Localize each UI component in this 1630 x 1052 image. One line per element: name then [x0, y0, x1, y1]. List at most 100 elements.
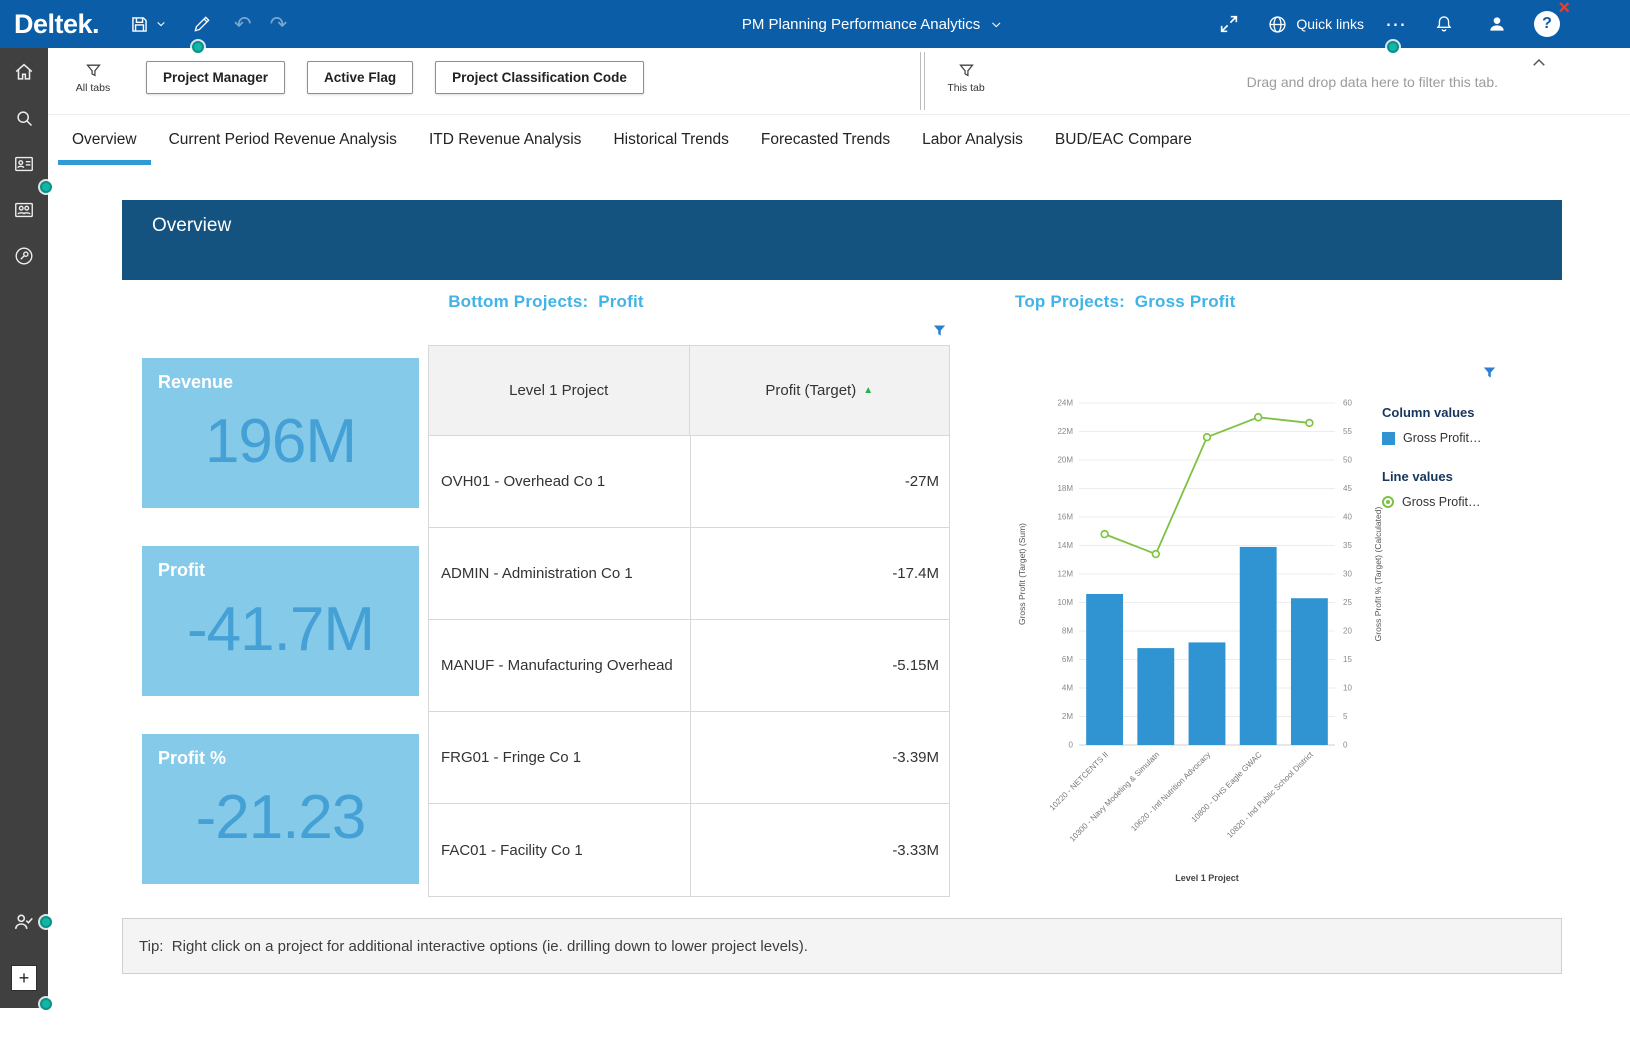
- table-row[interactable]: FAC01 - Facility Co 1 -3.33M: [429, 804, 949, 896]
- tab-labor-analysis[interactable]: Labor Analysis: [908, 115, 1037, 165]
- save-button[interactable]: [123, 10, 156, 39]
- funnel-icon: [958, 62, 975, 79]
- tab-bar: Overview Current Period Revenue Analysis…: [48, 115, 1630, 165]
- help-button[interactable]: ?: [1534, 11, 1560, 37]
- more-options-icon[interactable]: ⋯: [1385, 14, 1407, 35]
- save-dropdown-button[interactable]: [156, 15, 172, 33]
- combo-chart-svg[interactable]: 02M4M6M8M10M12M14M16M18M20M22M24M0510152…: [1015, 387, 1387, 895]
- chevron-up-icon: [1530, 54, 1548, 72]
- main-content: Overview Bottom Projects: Profit Top Pro…: [48, 165, 1630, 1052]
- filter-drop-zone[interactable]: Drag and drop data here to filter this t…: [1247, 48, 1498, 115]
- edit-pencil-button[interactable]: [186, 10, 218, 38]
- svg-text:50: 50: [1343, 456, 1352, 465]
- tab-itd-revenue-analysis[interactable]: ITD Revenue Analysis: [415, 115, 596, 165]
- tab-overview[interactable]: Overview: [58, 115, 151, 165]
- search-icon: [14, 108, 35, 129]
- project-cell: MANUF - Manufacturing Overhead: [429, 620, 691, 711]
- sidebar-contacts-button[interactable]: [0, 190, 48, 230]
- this-tab-label: This tab: [947, 82, 984, 94]
- bar-swatch-icon: [1382, 432, 1395, 445]
- table-filter-icon[interactable]: [932, 323, 947, 338]
- kpi-value: -21.23: [158, 759, 403, 876]
- sort-asc-icon[interactable]: ▲: [863, 386, 873, 396]
- wrench-circle-icon: [13, 245, 35, 267]
- bell-icon: [1434, 14, 1454, 34]
- column-header-level1-project[interactable]: Level 1 Project: [429, 346, 690, 435]
- profit-cell: -3.33M: [691, 804, 950, 896]
- overview-banner: Overview: [122, 200, 1562, 280]
- filter-pill-project-classification-code[interactable]: Project Classification Code: [435, 61, 644, 94]
- close-icon[interactable]: ×: [1558, 0, 1570, 18]
- profit-cell: -3.39M: [691, 712, 950, 803]
- this-tab-filter[interactable]: This tab: [936, 62, 996, 94]
- svg-text:10820 - Ind Public School Dist: 10820 - Ind Public School District: [1225, 750, 1315, 840]
- left-sidebar: +: [0, 48, 48, 1008]
- project-cell: ADMIN - Administration Co 1: [429, 528, 691, 619]
- all-tabs-filter[interactable]: All tabs: [62, 62, 124, 94]
- guide-dot[interactable]: [1387, 41, 1399, 53]
- svg-text:10300 - Navy Modeling & Simula: 10300 - Navy Modeling & Simulatn: [1068, 750, 1161, 843]
- table-row[interactable]: MANUF - Manufacturing Overhead -5.15M: [429, 620, 949, 712]
- svg-text:24M: 24M: [1057, 399, 1073, 408]
- guide-dot[interactable]: [192, 41, 204, 53]
- filter-pills: Project Manager Active Flag Project Clas…: [146, 61, 644, 94]
- table-row[interactable]: FRG01 - Fringe Co 1 -3.39M: [429, 712, 949, 804]
- dashboard-title: PM Planning Performance Analytics: [742, 16, 980, 33]
- tab-historical-trends[interactable]: Historical Trends: [599, 115, 742, 165]
- guide-dot[interactable]: [40, 998, 52, 1010]
- legend-line-item[interactable]: Gross Profit…: [1382, 495, 1562, 509]
- filter-pill-project-manager[interactable]: Project Manager: [146, 61, 285, 94]
- svg-text:16M: 16M: [1057, 513, 1073, 522]
- person-icon: [1487, 14, 1507, 34]
- top-projects-chart[interactable]: 02M4M6M8M10M12M14M16M18M20M22M24M0510152…: [1015, 387, 1387, 900]
- sidebar-search-button[interactable]: [0, 98, 48, 138]
- guide-dot[interactable]: [40, 181, 52, 193]
- svg-text:0: 0: [1343, 741, 1348, 750]
- tab-bud-eac-compare[interactable]: BUD/EAC Compare: [1041, 115, 1206, 165]
- bottom-projects-table: Level 1 Project Profit (Target) ▲ OVH01 …: [428, 345, 950, 897]
- kpi-profit-card: Profit -41.7M: [142, 546, 419, 696]
- svg-text:22M: 22M: [1057, 427, 1073, 436]
- dashboard-title-dropdown[interactable]: PM Planning Performance Analytics: [742, 16, 1002, 33]
- all-tabs-label: All tabs: [76, 82, 110, 94]
- user-card-icon: [13, 153, 35, 175]
- svg-text:45: 45: [1343, 484, 1352, 493]
- redo-icon[interactable]: ↷: [270, 12, 288, 37]
- bottom-projects-title: Bottom Projects: Profit: [142, 292, 950, 312]
- svg-text:2M: 2M: [1062, 712, 1073, 721]
- sidebar-tools-button[interactable]: [0, 236, 48, 276]
- sidebar-project-card-button[interactable]: [0, 144, 48, 184]
- svg-text:Level 1 Project: Level 1 Project: [1175, 873, 1239, 883]
- legend-line-label: Gross Profit…: [1402, 495, 1481, 509]
- quick-links-button[interactable]: Quick links: [1267, 14, 1364, 35]
- notifications-button[interactable]: [1428, 10, 1460, 38]
- sidebar-home-button[interactable]: [0, 52, 48, 92]
- table-row[interactable]: ADMIN - Administration Co 1 -17.4M: [429, 528, 949, 620]
- tab-forecasted-trends[interactable]: Forecasted Trends: [747, 115, 904, 165]
- top-navbar: Deltek. ↶ ↷ PM Planning Performance Anal…: [0, 0, 1630, 48]
- collapse-filter-bar-button[interactable]: [1530, 54, 1548, 75]
- filter-pill-active-flag[interactable]: Active Flag: [307, 61, 413, 94]
- user-profile-button[interactable]: [1481, 10, 1513, 38]
- svg-text:6M: 6M: [1062, 655, 1073, 664]
- profit-cell: -17.4M: [691, 528, 950, 619]
- legend-column-item[interactable]: Gross Profit…: [1382, 431, 1562, 445]
- svg-text:15: 15: [1343, 655, 1352, 664]
- guide-dot[interactable]: [40, 916, 52, 928]
- expand-button[interactable]: [1212, 9, 1246, 39]
- filter-panel-divider: [920, 52, 925, 110]
- user-check-icon: [13, 911, 35, 933]
- undo-icon[interactable]: ↶: [234, 12, 252, 37]
- chart-filter-icon[interactable]: [1482, 365, 1497, 380]
- column-header-profit-target[interactable]: Profit (Target) ▲: [690, 346, 950, 435]
- project-cell: FAC01 - Facility Co 1: [429, 804, 691, 896]
- add-button[interactable]: +: [11, 965, 37, 991]
- project-cell: OVH01 - Overhead Co 1: [429, 436, 691, 527]
- svg-text:Gross Profit (Target) (Sum): Gross Profit (Target) (Sum): [1017, 523, 1027, 625]
- profit-cell: -27M: [691, 436, 950, 527]
- kpi-revenue-card: Revenue 196M: [142, 358, 419, 508]
- tab-current-period-revenue-analysis[interactable]: Current Period Revenue Analysis: [155, 115, 411, 165]
- filter-bar: All tabs Project Manager Active Flag Pro…: [48, 48, 1630, 115]
- kpi-value: -41.7M: [158, 571, 403, 688]
- table-row[interactable]: OVH01 - Overhead Co 1 -27M: [429, 436, 949, 528]
